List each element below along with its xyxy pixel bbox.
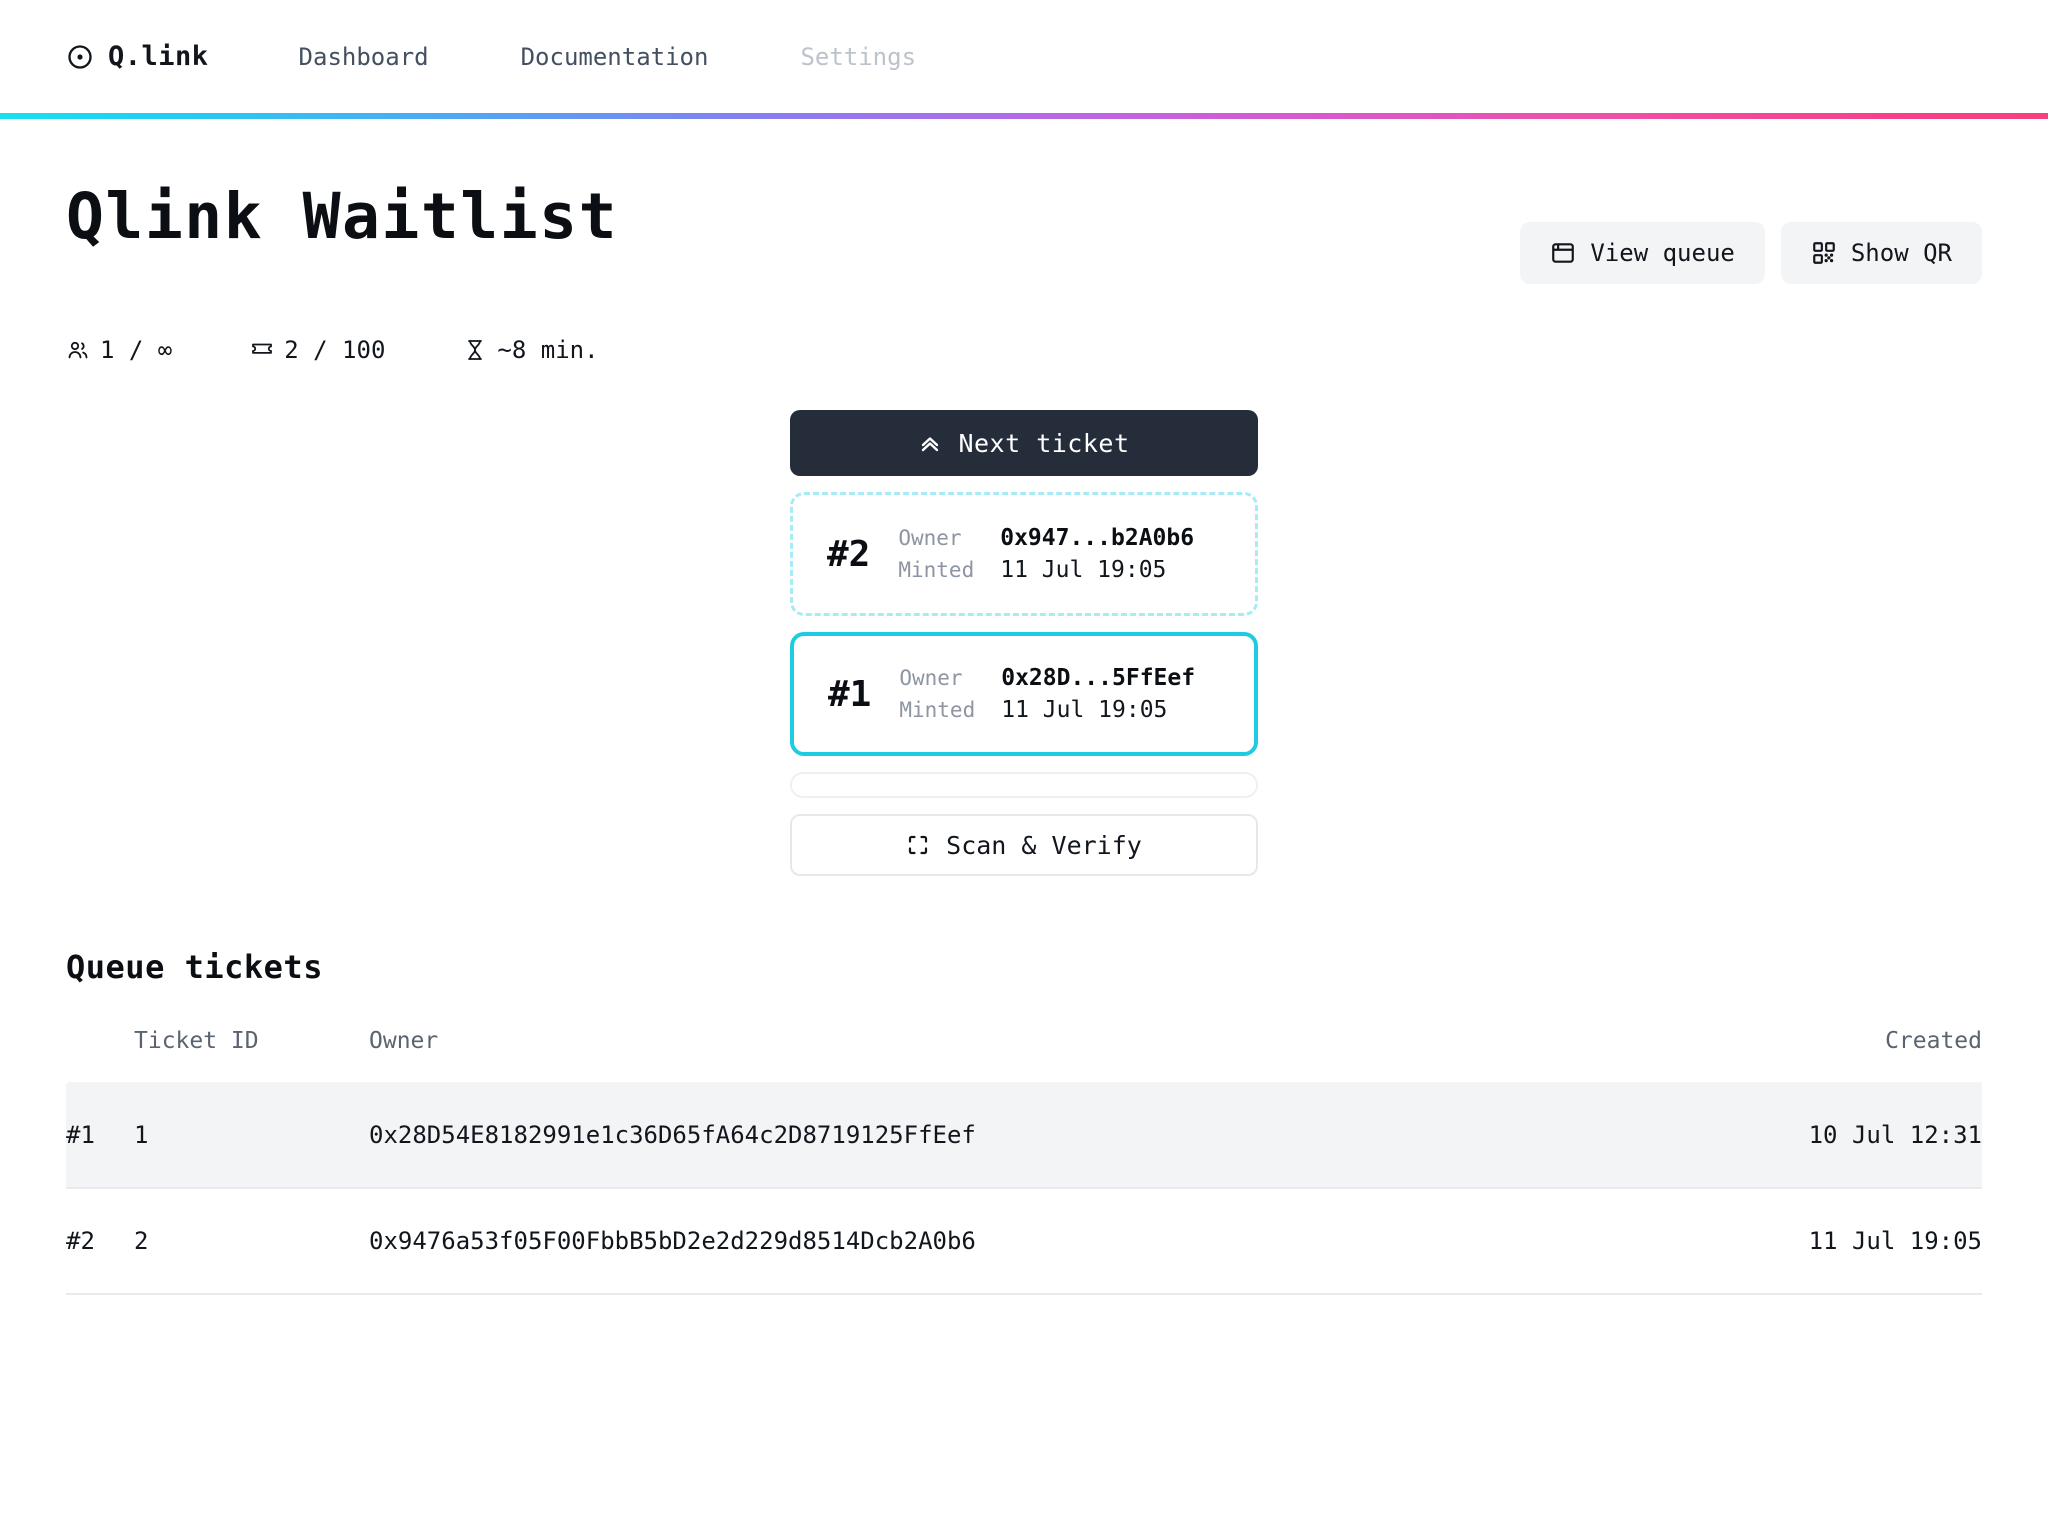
ticket-console: Next ticket #2 Owner 0x947...b2A0b6 Mint…: [790, 410, 1258, 876]
nav-item-documentation[interactable]: Documentation: [521, 37, 709, 77]
stat-tickets: 2 / 100: [250, 336, 385, 364]
view-queue-button[interactable]: View queue: [1520, 222, 1765, 284]
stat-wait-time-value: ~8 min.: [497, 336, 599, 364]
column-header-owner: Owner: [369, 1028, 439, 1054]
column-header-rank: [66, 1028, 134, 1082]
brand-name: Q.link: [108, 41, 209, 72]
minted-label: Minted: [898, 558, 975, 582]
table-body: #1 1 0x28D54E8182991e1c36D65fA64c2D87191…: [66, 1082, 1982, 1294]
stats-row: 1 / ∞ 2 / 100 ~8 min.: [66, 336, 1982, 364]
stat-wait-time: ~8 min.: [463, 336, 599, 364]
users-icon: [66, 338, 90, 362]
stat-tickets-value: 2 / 100: [284, 336, 386, 364]
ticket-card-number: #2: [827, 533, 871, 575]
owner-label: Owner: [898, 526, 962, 550]
scan-verify-label: Scan & Verify: [946, 830, 1142, 860]
qr-code-icon: [1811, 240, 1837, 266]
cell-owner: 0x9476a53f05F00FbbB5bD2e2d229d8514Dcb2A0…: [369, 1227, 976, 1255]
table-header-row: Ticket ID Owner Created: [66, 1028, 1982, 1082]
minted-label: Minted: [899, 698, 976, 722]
ticket-card-number: #1: [828, 673, 872, 715]
nav-item-settings[interactable]: Settings: [800, 37, 916, 77]
next-ticket-button[interactable]: Next ticket: [790, 410, 1258, 476]
page-header: Qlink Waitlist View queue Show QR: [66, 119, 1982, 284]
ticket-card-fields: Owner 0x28D...5FfEef Minted 11 Jul 19:05: [899, 665, 1195, 723]
minted-value: 11 Jul 19:05: [1000, 557, 1167, 583]
chevrons-up-icon: [918, 431, 942, 455]
header-actions: View queue Show QR: [1520, 184, 1982, 284]
page-content: Qlink Waitlist View queue Show QR 1 / ∞ …: [0, 119, 2048, 1295]
show-qr-label: Show QR: [1850, 239, 1952, 267]
owner-label: Owner: [899, 666, 963, 690]
view-queue-label: View queue: [1590, 239, 1735, 267]
ticket-card-fields: Owner 0x947...b2A0b6 Minted 11 Jul 19:05: [898, 525, 1194, 583]
queue-section-title: Queue tickets: [66, 948, 323, 986]
scan-verify-button[interactable]: Scan & Verify: [790, 814, 1258, 876]
show-qr-button[interactable]: Show QR: [1780, 222, 1982, 284]
table-row[interactable]: #2 2 0x9476a53f05F00FbbB5bD2e2d229d8514D…: [66, 1188, 1982, 1294]
top-navigation-bar: Q.link Dashboard Documentation Settings: [0, 0, 2048, 113]
cell-created: 10 Jul 12:31: [1808, 1120, 1982, 1149]
nav-links: Dashboard Documentation Settings: [299, 37, 916, 77]
cell-rank: #2: [66, 1227, 95, 1255]
ticket-icon: [250, 338, 274, 362]
stat-capacity: 1 / ∞: [66, 336, 172, 364]
owner-value: 0x947...b2A0b6: [1000, 525, 1195, 551]
queue-tickets-table: Ticket ID Owner Created #1 1 0x28D54E818…: [66, 1028, 1982, 1295]
circle-dot-icon: [66, 43, 94, 71]
cell-ticket-id: 2: [134, 1227, 149, 1255]
column-header-created: Created: [1885, 1028, 1982, 1054]
cell-owner: 0x28D54E8182991e1c36D65fA64c2D8719125FfE…: [369, 1120, 976, 1149]
table-row[interactable]: #1 1 0x28D54E8182991e1c36D65fA64c2D87191…: [66, 1082, 1982, 1188]
ticket-card-active[interactable]: #1 Owner 0x28D...5FfEef Minted 11 Jul 19…: [790, 632, 1258, 756]
window-icon: [1550, 240, 1576, 266]
cell-created: 11 Jul 19:05: [1808, 1227, 1982, 1255]
hourglass-icon: [463, 338, 487, 362]
stat-capacity-value: 1 / ∞: [100, 336, 173, 364]
column-header-ticket-id: Ticket ID: [134, 1028, 259, 1054]
page-title: Qlink Waitlist: [66, 180, 619, 253]
table-header: Ticket ID Owner Created: [66, 1028, 1982, 1082]
nav-item-dashboard[interactable]: Dashboard: [299, 37, 429, 77]
scan-icon: [906, 833, 930, 857]
next-ticket-label: Next ticket: [958, 428, 1130, 458]
owner-value: 0x28D...5FfEef: [1001, 665, 1196, 691]
cell-rank: #1: [66, 1120, 95, 1149]
cell-ticket-id: 1: [134, 1120, 149, 1149]
progress-track: [790, 772, 1258, 798]
minted-value: 11 Jul 19:05: [1001, 697, 1168, 723]
brand-logo-link[interactable]: Q.link: [66, 41, 209, 72]
ticket-card-pending[interactable]: #2 Owner 0x947...b2A0b6 Minted 11 Jul 19…: [790, 492, 1258, 616]
